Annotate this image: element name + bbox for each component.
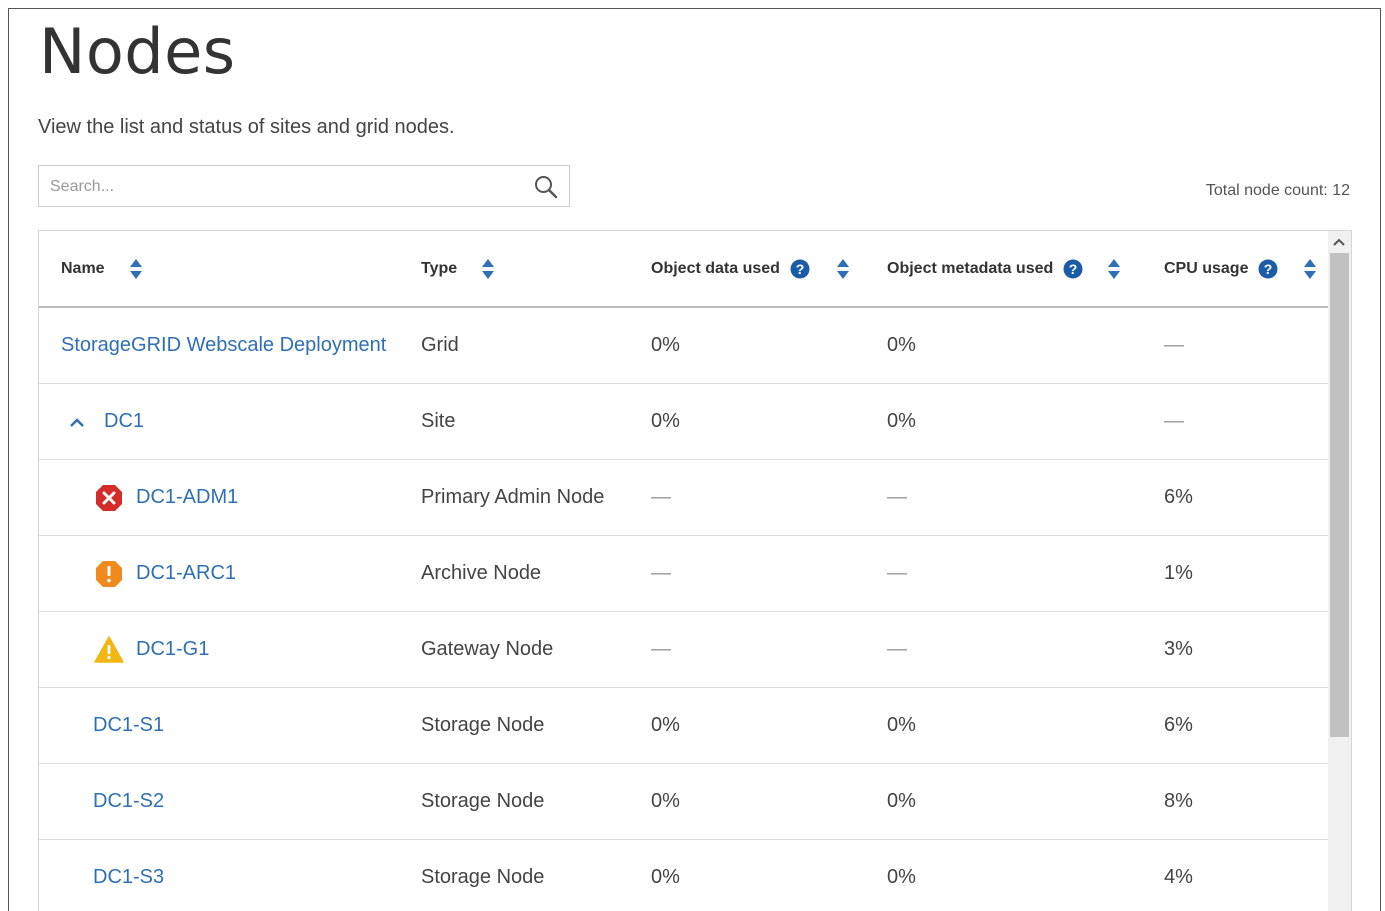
node-name-cell: DC1 xyxy=(69,384,144,459)
object-data-used: 0% xyxy=(651,714,680,736)
node-name-cell: DC1-ARC1 xyxy=(94,536,236,611)
error-icon xyxy=(94,483,124,513)
node-type: Storage Node xyxy=(421,790,545,812)
scrollbar-thumb[interactable] xyxy=(1330,253,1349,737)
cpu-usage: — xyxy=(1164,334,1184,356)
object-data-used: 0% xyxy=(651,790,680,812)
object-data-used: — xyxy=(651,562,671,584)
table-row: DC1-S2 Storage Node 0% 0% 8% xyxy=(39,764,1329,840)
svg-text:?: ? xyxy=(1069,261,1078,277)
sort-icon[interactable] xyxy=(836,258,850,280)
cpu-usage: 8% xyxy=(1164,790,1193,812)
node-type: Primary Admin Node xyxy=(421,486,605,508)
node-type: Archive Node xyxy=(421,562,542,584)
node-name-cell: DC1-S2 xyxy=(93,764,164,839)
column-header-type[interactable]: Type xyxy=(421,231,495,306)
table-row: DC1 Site 0% 0% — xyxy=(39,384,1329,460)
node-type: Grid xyxy=(421,334,459,356)
nodes-table: Name Type Object data used ? Object meta… xyxy=(38,230,1352,911)
cpu-usage: 3% xyxy=(1164,638,1193,660)
node-name-cell: StorageGRID Webscale Deployment xyxy=(61,308,386,383)
help-icon[interactable]: ? xyxy=(1063,259,1083,279)
table-row: DC1-ARC1 Archive Node — — 1% xyxy=(39,536,1329,612)
cpu-usage: — xyxy=(1164,410,1184,432)
column-header-object-data-used[interactable]: Object data used ? xyxy=(651,231,850,306)
object-metadata-used: — xyxy=(887,486,907,508)
cpu-usage: 6% xyxy=(1164,714,1193,736)
svg-text:?: ? xyxy=(796,261,805,277)
nodes-page: Nodes View the list and status of sites … xyxy=(8,8,1381,911)
object-data-used: — xyxy=(651,638,671,660)
table-scrollbar[interactable] xyxy=(1328,231,1351,911)
help-icon[interactable]: ? xyxy=(790,259,810,279)
object-metadata-used: 0% xyxy=(887,334,916,356)
node-link[interactable]: StorageGRID Webscale Deployment xyxy=(61,334,386,357)
table-header: Name Type Object data used ? Object meta… xyxy=(39,231,1329,308)
sort-icon[interactable] xyxy=(129,258,143,280)
object-metadata-used: — xyxy=(887,638,907,660)
node-name-cell: DC1-S3 xyxy=(93,840,164,911)
node-type: Gateway Node xyxy=(421,638,554,660)
object-data-used: 0% xyxy=(651,866,680,888)
table-row: DC1-G1 Gateway Node — — 3% xyxy=(39,612,1329,688)
page-title: Nodes xyxy=(39,15,236,88)
column-header-label: Object data used xyxy=(651,259,780,277)
total-node-count: Total node count: 12 xyxy=(1206,182,1350,200)
table-row: StorageGRID Webscale Deployment Grid 0% … xyxy=(39,308,1329,384)
chevron-up-icon[interactable] xyxy=(69,414,85,430)
sort-icon[interactable] xyxy=(1303,258,1317,280)
svg-text:?: ? xyxy=(1264,261,1273,277)
node-link[interactable]: DC1-ADM1 xyxy=(136,486,238,509)
object-metadata-used: — xyxy=(887,562,907,584)
sort-icon[interactable] xyxy=(1107,258,1121,280)
table-row: DC1-S1 Storage Node 0% 0% 6% xyxy=(39,688,1329,764)
node-link[interactable]: DC1-S1 xyxy=(93,714,164,737)
column-header-label: CPU usage xyxy=(1164,259,1249,277)
total-node-count-label: Total node count: xyxy=(1205,182,1328,199)
node-type: Storage Node xyxy=(421,714,545,736)
table-row: DC1-ADM1 Primary Admin Node — — 6% xyxy=(39,460,1329,536)
object-data-used: 0% xyxy=(651,410,680,432)
object-data-used: 0% xyxy=(651,334,680,356)
object-metadata-used: 0% xyxy=(887,410,916,432)
node-type: Storage Node xyxy=(421,866,545,888)
total-node-count-value: 12 xyxy=(1332,182,1350,199)
search-icon[interactable] xyxy=(533,174,559,200)
table-row: DC1-S3 Storage Node 0% 0% 4% xyxy=(39,840,1329,911)
page-subtitle: View the list and status of sites and gr… xyxy=(38,116,455,138)
cpu-usage: 1% xyxy=(1164,562,1193,584)
node-link[interactable]: DC1-S2 xyxy=(93,790,164,813)
node-type: Site xyxy=(421,410,456,432)
node-link[interactable]: DC1-ARC1 xyxy=(136,562,236,585)
object-metadata-used: 0% xyxy=(887,790,916,812)
column-header-cpu-usage[interactable]: CPU usage ? xyxy=(1164,231,1317,306)
node-name-cell: DC1-S1 xyxy=(93,688,164,763)
column-header-object-metadata-used[interactable]: Object metadata used ? xyxy=(887,231,1121,306)
column-header-label: Name xyxy=(61,259,105,277)
cpu-usage: 4% xyxy=(1164,866,1193,888)
node-link[interactable]: DC1-G1 xyxy=(136,638,209,661)
site-link[interactable]: DC1 xyxy=(104,410,144,433)
node-link[interactable]: DC1-S3 xyxy=(93,866,164,889)
object-metadata-used: 0% xyxy=(887,714,916,736)
warning-icon xyxy=(94,635,124,665)
sort-icon[interactable] xyxy=(481,258,495,280)
search-box xyxy=(38,165,570,207)
scroll-up-arrow-icon[interactable] xyxy=(1332,235,1346,247)
column-header-name[interactable]: Name xyxy=(61,231,143,306)
major-alert-icon xyxy=(94,559,124,589)
node-name-cell: DC1-G1 xyxy=(94,612,209,687)
node-name-cell: DC1-ADM1 xyxy=(94,460,238,535)
object-metadata-used: 0% xyxy=(887,866,916,888)
cpu-usage: 6% xyxy=(1164,486,1193,508)
column-header-label: Object metadata used xyxy=(887,259,1054,277)
object-data-used: — xyxy=(651,486,671,508)
column-header-label: Type xyxy=(421,259,458,277)
help-icon[interactable]: ? xyxy=(1258,259,1278,279)
search-input[interactable] xyxy=(50,175,520,199)
